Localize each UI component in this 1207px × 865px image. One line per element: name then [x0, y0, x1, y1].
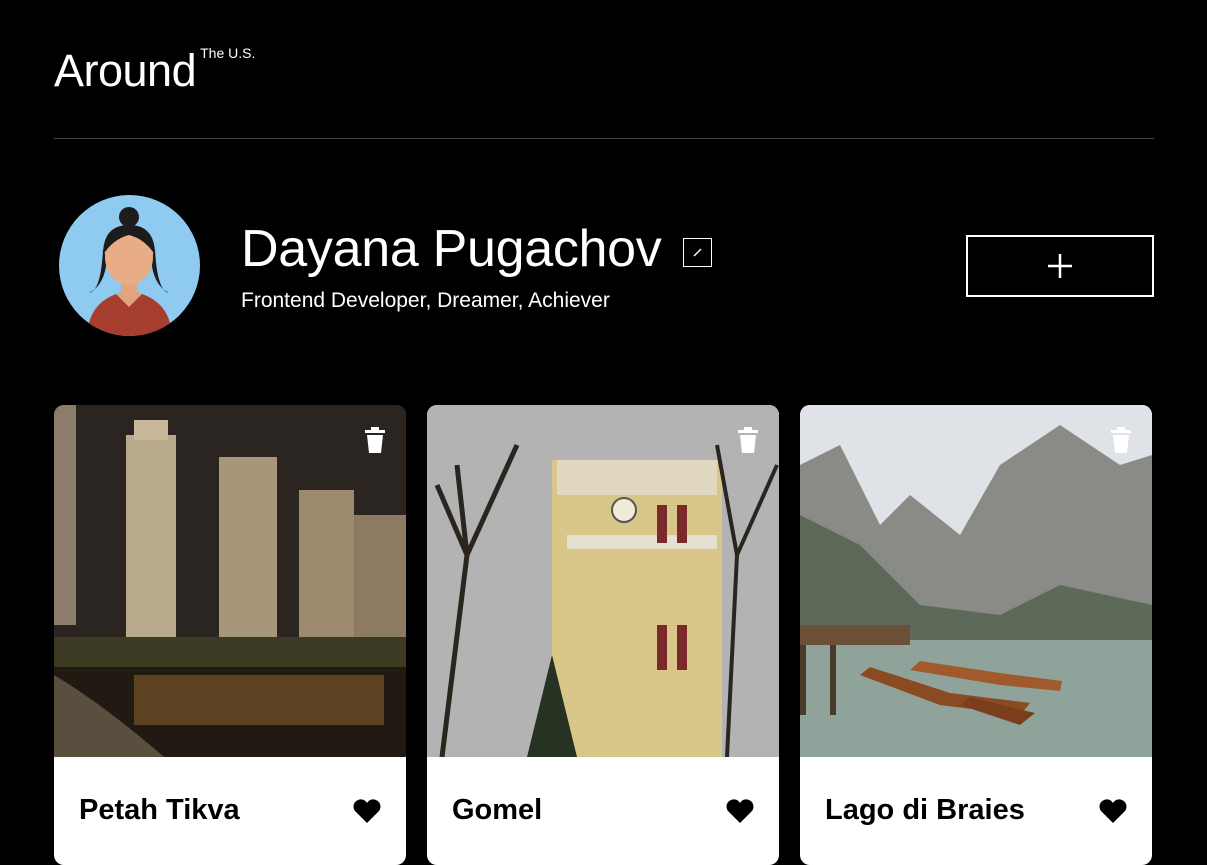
header-divider: [54, 138, 1154, 139]
logo-superscript: The U.S.: [200, 45, 256, 61]
edit-profile-button[interactable]: [683, 237, 713, 267]
trash-icon[interactable]: [1109, 427, 1133, 453]
heart-icon[interactable]: [353, 798, 381, 824]
card: Gomel: [427, 405, 779, 865]
add-card-button[interactable]: [966, 235, 1154, 297]
card-image[interactable]: [427, 405, 779, 757]
heart-icon[interactable]: [726, 798, 754, 824]
plus-icon: [1048, 254, 1072, 278]
logo: Around The U.S.: [54, 44, 255, 98]
heart-icon[interactable]: [1099, 798, 1127, 824]
card-title: Gomel: [452, 794, 543, 826]
logo-text: Around: [54, 45, 197, 96]
card-image[interactable]: [54, 405, 406, 757]
cards-grid: Petah Tikva Gomel Lago di Braies: [54, 405, 1152, 865]
card-title: Lago di Braies: [825, 794, 1025, 826]
trash-icon[interactable]: [363, 427, 387, 453]
card: Petah Tikva: [54, 405, 406, 865]
avatar[interactable]: [59, 195, 200, 336]
profile-name: Dayana Pugachov: [241, 220, 662, 278]
pencil-icon: [693, 248, 702, 256]
trash-icon[interactable]: [736, 427, 760, 453]
card: Lago di Braies: [800, 405, 1152, 865]
avatar-illustration: [59, 195, 200, 336]
profile-about: Frontend Developer, Dreamer, Achiever: [241, 289, 610, 312]
card-title: Petah Tikva: [79, 794, 240, 826]
card-image[interactable]: [800, 405, 1152, 757]
